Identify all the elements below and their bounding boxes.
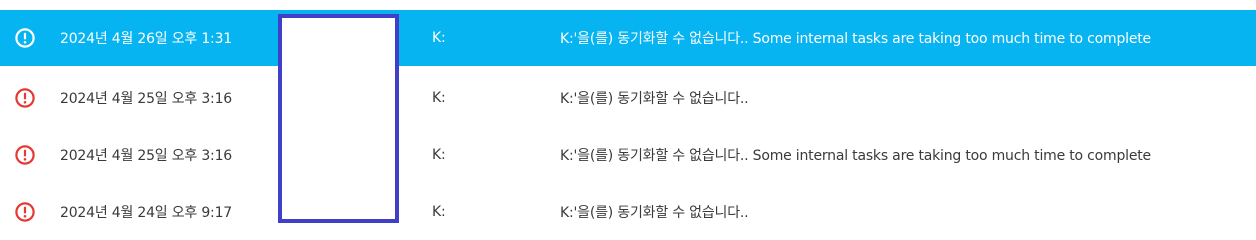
redaction-box [278,14,399,223]
log-timestamp: 2024년 4월 25일 오후 3:16 [60,91,232,107]
log-drive: K: [432,147,446,163]
log-message: K:'을(를) 동기화할 수 없습니다.. [560,205,749,221]
log-row-2[interactable]: 2024년 4월 25일 오후 3:16 K: K:'을(를) 동기화할 수 없… [0,70,1256,126]
error-circle-icon [13,86,37,110]
log-row-1[interactable]: 2024년 4월 26일 오후 1:31 K: K:'을(를) 동기화할 수 없… [0,10,1256,66]
log-message: K:'을(를) 동기화할 수 없습니다.. Some internal task… [560,148,1151,164]
log-timestamp: 2024년 4월 26일 오후 1:31 [60,31,232,47]
log-timestamp: 2024년 4월 25일 오후 3:16 [60,148,232,164]
log-message: K:'을(를) 동기화할 수 없습니다.. Some internal task… [560,31,1151,47]
log-row-3[interactable]: 2024년 4월 25일 오후 3:16 K: K:'을(를) 동기화할 수 없… [0,127,1256,183]
log-timestamp: 2024년 4월 24일 오후 9:17 [60,205,232,221]
error-circle-icon [13,143,37,167]
log-message: K:'을(를) 동기화할 수 없습니다.. [560,91,749,107]
log-drive: K: [432,90,446,106]
error-circle-icon [13,26,37,50]
error-circle-icon [13,200,37,224]
log-drive: K: [432,30,446,46]
log-row-4[interactable]: 2024년 4월 24일 오후 9:17 K: K:'을(를) 동기화할 수 없… [0,184,1256,240]
log-drive: K: [432,204,446,220]
sync-error-log-list: 2024년 4월 26일 오후 1:31 K: K:'을(를) 동기화할 수 없… [0,0,1256,237]
